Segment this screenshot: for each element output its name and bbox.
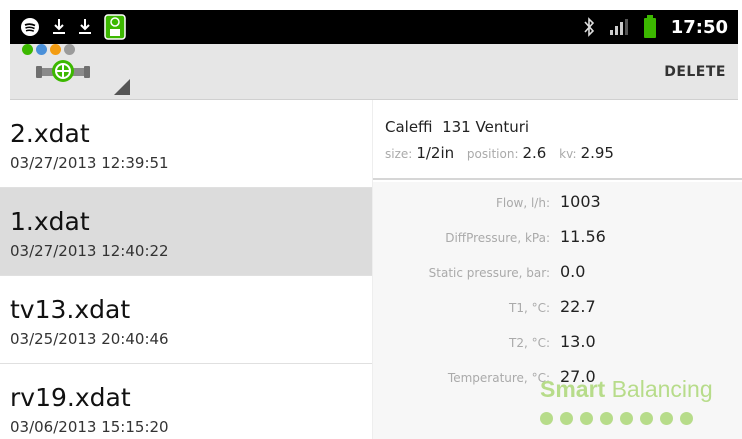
app-spinner[interactable]	[22, 44, 132, 100]
file-date: 03/27/2013 12:40:22	[10, 242, 169, 260]
brand-dots-row	[540, 412, 693, 425]
download-icon	[52, 18, 66, 36]
brand-rest: Balancing	[605, 376, 713, 402]
measurement-label: Temperature, °C:	[447, 371, 550, 385]
measurement-label: T2, °C:	[508, 336, 550, 350]
file-list: 2.xdat 03/27/2013 12:39:51 1.xdat 03/27/…	[0, 100, 372, 439]
size-label: size:	[385, 147, 413, 161]
measurement-value: 1003	[560, 192, 601, 211]
status-clock: 17:50	[670, 16, 728, 38]
action-bar: DELETE	[10, 44, 738, 100]
signal-icon	[609, 18, 629, 36]
valve-name: Caleffi 131 Venturi	[385, 118, 530, 136]
smart-balancing-watermark: Smart Balancing	[540, 376, 730, 436]
measurement-row-diffpressure: DiffPressure, kPa: 11.56	[373, 223, 742, 258]
bluetooth-icon	[583, 17, 595, 37]
valve-header: Caleffi 131 Venturi size: 1/2in position:…	[373, 100, 742, 180]
measurement-label: Flow, l/h:	[495, 196, 550, 210]
file-name: tv13.xdat	[10, 295, 131, 324]
measurement-value: 0.0	[560, 262, 586, 281]
status-bar: 17:50	[10, 10, 738, 44]
file-item[interactable]: rv19.xdat 03/06/2013 15:15:20	[0, 364, 372, 439]
position-label: position:	[466, 147, 519, 161]
file-name: 1.xdat	[10, 207, 90, 236]
kv-label: kv:	[559, 147, 577, 161]
size-value: 1/2in	[416, 144, 455, 162]
brand-bold: Smart	[540, 376, 606, 402]
measurement-row-static-pressure: Static pressure, bar: 0.0	[373, 258, 742, 293]
measurement-label: DiffPressure, kPa:	[445, 231, 550, 245]
file-item-selected[interactable]: 1.xdat 03/27/2013 12:40:22	[0, 188, 372, 276]
measurement-value: 13.0	[560, 332, 596, 351]
kv-value: 2.95	[580, 144, 614, 162]
download-icon	[78, 18, 92, 36]
spinner-arrow-icon	[114, 79, 130, 95]
battery-icon	[643, 15, 657, 39]
file-name: rv19.xdat	[10, 383, 131, 412]
measurement-label: Static pressure, bar:	[428, 266, 550, 280]
file-date: 03/25/2013 20:40:46	[10, 330, 169, 348]
file-date: 03/27/2013 12:39:51	[10, 154, 169, 172]
measurement-row-t1: T1, °C: 22.7	[373, 293, 742, 328]
file-item[interactable]: tv13.xdat 03/25/2013 20:40:46	[0, 276, 372, 364]
brand-text: Smart Balancing	[540, 376, 730, 403]
file-date: 03/06/2013 15:15:20	[10, 418, 169, 436]
spotify-icon	[20, 17, 40, 37]
position-value: 2.6	[522, 144, 547, 162]
valve-specs: size: 1/2in position: 2.6 kv: 2.95	[385, 144, 742, 162]
measurement-value: 11.56	[560, 227, 606, 246]
measurement-value: 22.7	[560, 297, 596, 316]
measurement-row-flow: Flow, l/h: 1003	[373, 188, 742, 223]
measurement-row-t2: T2, °C: 13.0	[373, 328, 742, 363]
file-name: 2.xdat	[10, 119, 90, 148]
delete-button[interactable]: DELETE	[664, 64, 726, 80]
valve-logo-icon	[36, 56, 90, 90]
file-item[interactable]: 2.xdat 03/27/2013 12:39:51	[0, 100, 372, 188]
app-badge-icon	[104, 14, 126, 40]
measurement-label: T1, °C:	[508, 301, 550, 315]
